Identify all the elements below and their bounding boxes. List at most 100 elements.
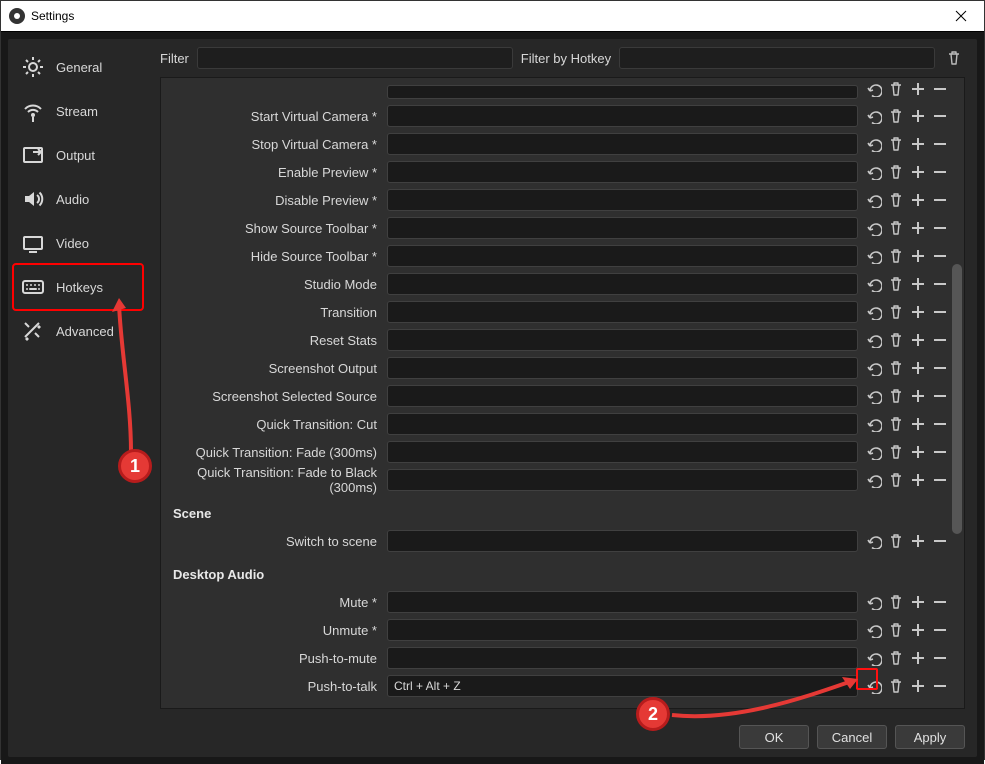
undo-button[interactable] xyxy=(864,592,884,612)
undo-button[interactable] xyxy=(864,162,884,182)
sidebar-item-stream[interactable]: Stream xyxy=(14,89,142,133)
delete-button[interactable] xyxy=(886,134,906,154)
remove-button[interactable] xyxy=(930,470,950,490)
scrollbar[interactable] xyxy=(952,84,962,702)
add-button[interactable] xyxy=(908,414,928,434)
hotkey-input[interactable] xyxy=(387,273,858,295)
remove-button[interactable] xyxy=(930,592,950,612)
remove-button[interactable] xyxy=(930,134,950,154)
remove-button[interactable] xyxy=(930,218,950,238)
hotkey-input[interactable] xyxy=(387,85,858,99)
sidebar-item-output[interactable]: Output xyxy=(14,133,142,177)
delete-button[interactable] xyxy=(886,620,906,640)
delete-button[interactable] xyxy=(886,358,906,378)
hotkey-input[interactable] xyxy=(387,591,858,613)
undo-button[interactable] xyxy=(864,442,884,462)
close-button[interactable] xyxy=(946,1,976,31)
undo-button[interactable] xyxy=(864,82,884,99)
add-button[interactable] xyxy=(908,82,928,99)
remove-button[interactable] xyxy=(930,106,950,126)
sidebar-item-audio[interactable]: Audio xyxy=(14,177,142,221)
undo-button[interactable] xyxy=(864,648,884,668)
hotkey-input[interactable] xyxy=(387,530,858,552)
sidebar-item-general[interactable]: General xyxy=(14,45,142,89)
delete-button[interactable] xyxy=(886,442,906,462)
delete-button[interactable] xyxy=(886,592,906,612)
undo-button[interactable] xyxy=(864,531,884,551)
remove-button[interactable] xyxy=(930,676,950,696)
delete-button[interactable] xyxy=(886,218,906,238)
hotkey-input[interactable] xyxy=(387,329,858,351)
add-button[interactable] xyxy=(908,134,928,154)
add-button[interactable] xyxy=(908,676,928,696)
remove-button[interactable] xyxy=(930,442,950,462)
add-button[interactable] xyxy=(908,358,928,378)
undo-button[interactable] xyxy=(864,386,884,406)
delete-button[interactable] xyxy=(886,246,906,266)
filter-input[interactable] xyxy=(197,47,513,69)
add-button[interactable] xyxy=(908,386,928,406)
hotkey-input[interactable] xyxy=(387,105,858,127)
delete-button[interactable] xyxy=(886,414,906,434)
undo-button[interactable] xyxy=(864,246,884,266)
undo-button[interactable] xyxy=(864,106,884,126)
remove-button[interactable] xyxy=(930,330,950,350)
undo-button[interactable] xyxy=(864,414,884,434)
undo-button[interactable] xyxy=(864,470,884,490)
delete-button[interactable] xyxy=(886,531,906,551)
add-button[interactable] xyxy=(908,106,928,126)
add-button[interactable] xyxy=(908,648,928,668)
delete-button[interactable] xyxy=(886,82,906,99)
hotkey-input[interactable] xyxy=(387,301,858,323)
hotkey-input[interactable] xyxy=(387,161,858,183)
remove-button[interactable] xyxy=(930,414,950,434)
delete-button[interactable] xyxy=(886,470,906,490)
sidebar-item-hotkeys[interactable]: Hotkeys xyxy=(14,265,142,309)
undo-button[interactable] xyxy=(864,134,884,154)
hotkey-input[interactable] xyxy=(387,675,858,697)
remove-button[interactable] xyxy=(930,274,950,294)
undo-button[interactable] xyxy=(864,218,884,238)
hotkey-input[interactable] xyxy=(387,189,858,211)
add-button[interactable] xyxy=(908,218,928,238)
delete-button[interactable] xyxy=(886,274,906,294)
delete-button[interactable] xyxy=(886,648,906,668)
undo-button[interactable] xyxy=(864,358,884,378)
delete-button[interactable] xyxy=(886,330,906,350)
remove-button[interactable] xyxy=(930,620,950,640)
remove-button[interactable] xyxy=(930,531,950,551)
add-button[interactable] xyxy=(908,470,928,490)
delete-button[interactable] xyxy=(886,162,906,182)
remove-button[interactable] xyxy=(930,648,950,668)
clear-filter-button[interactable] xyxy=(943,47,965,69)
apply-button[interactable]: Apply xyxy=(895,725,965,749)
remove-button[interactable] xyxy=(930,302,950,322)
undo-button[interactable] xyxy=(864,190,884,210)
hotkey-input[interactable] xyxy=(387,413,858,435)
undo-button[interactable] xyxy=(864,620,884,640)
add-button[interactable] xyxy=(908,302,928,322)
add-button[interactable] xyxy=(908,531,928,551)
delete-button[interactable] xyxy=(886,106,906,126)
delete-button[interactable] xyxy=(886,302,906,322)
add-button[interactable] xyxy=(908,274,928,294)
add-button[interactable] xyxy=(908,620,928,640)
hotkey-input[interactable] xyxy=(387,469,858,491)
undo-button[interactable] xyxy=(864,676,884,696)
add-button[interactable] xyxy=(908,592,928,612)
hotkey-input[interactable] xyxy=(387,217,858,239)
remove-button[interactable] xyxy=(930,386,950,406)
undo-button[interactable] xyxy=(864,330,884,350)
undo-button[interactable] xyxy=(864,274,884,294)
add-button[interactable] xyxy=(908,162,928,182)
add-button[interactable] xyxy=(908,246,928,266)
ok-button[interactable]: OK xyxy=(739,725,809,749)
hotkey-input[interactable] xyxy=(387,133,858,155)
hotkey-input[interactable] xyxy=(387,385,858,407)
delete-button[interactable] xyxy=(886,386,906,406)
cancel-button[interactable]: Cancel xyxy=(817,725,887,749)
hotkey-input[interactable] xyxy=(387,647,858,669)
remove-button[interactable] xyxy=(930,246,950,266)
sidebar-item-advanced[interactable]: Advanced xyxy=(14,309,142,353)
delete-button[interactable] xyxy=(886,190,906,210)
